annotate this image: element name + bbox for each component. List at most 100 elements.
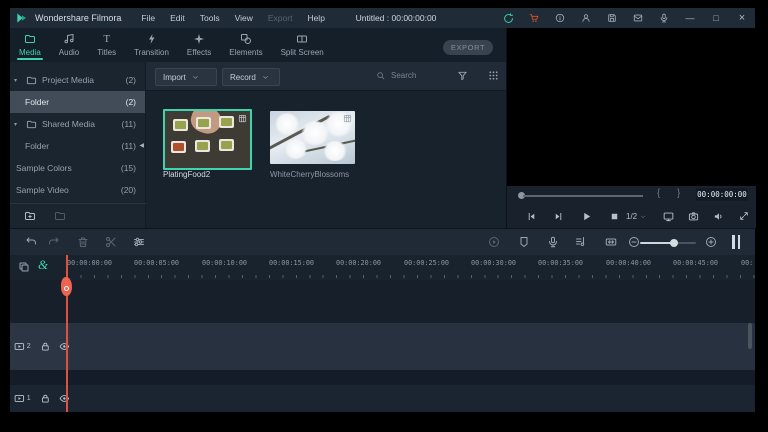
manage-tracks-icon[interactable] [18,261,30,273]
menu-view[interactable]: View [235,13,253,23]
grid-view-icon[interactable] [488,70,499,81]
zoom-in-icon[interactable] [705,236,717,248]
folder-icon [26,119,37,130]
track-header: 1 [10,385,70,412]
tab-effects[interactable]: Effects [178,28,220,62]
filter-funnel-icon[interactable] [457,70,468,81]
timeline-vertical-scrollbar[interactable] [748,323,752,349]
save-icon[interactable] [599,13,625,23]
split-scissors-icon[interactable] [105,236,117,248]
sidebar-item-shared-media[interactable]: ▾ Shared Media (11) [10,113,145,135]
sidebar-footer [10,203,159,228]
track-number: 2 [26,343,31,350]
zoom-out-icon[interactable] [628,236,640,248]
voiceover-mic-icon[interactable] [547,236,559,248]
sidebar-item-folder-shared[interactable]: Folder (11) [10,135,145,157]
lock-icon[interactable] [40,341,51,352]
transition-icon [146,33,158,45]
pause-bars-icon[interactable] [732,235,741,249]
menu-edit[interactable]: Edit [170,13,185,23]
maximize-button[interactable]: □ [703,13,729,23]
tab-elements[interactable]: Elements [220,28,271,62]
delete-icon[interactable] [77,236,89,248]
media-library-sidebar: ▾ Project Media (2) Folder (2) ▾ Shared … [10,62,159,228]
menu-help[interactable]: Help [307,13,324,23]
search-input[interactable] [389,70,451,81]
tab-split-screen[interactable]: Split Screen [272,28,333,62]
cart-icon[interactable] [521,13,547,23]
expand-triangle-icon[interactable]: ▾ [14,77,21,84]
auto-ripple-icon[interactable]: & [38,257,48,273]
timeline-ruler[interactable]: & 00:00:00:00 00:00:05:00 00:00:10:00 00… [10,255,755,281]
item-count: (2) [125,75,136,85]
menu-export[interactable]: Export [268,13,293,23]
sidebar-item-sample-colors[interactable]: Sample Colors (15) [10,157,145,179]
remove-folder-icon[interactable] [54,210,66,222]
clip-badge-icon [343,114,352,123]
mail-icon[interactable] [625,13,651,23]
timeline-track[interactable]: 2 [10,323,755,370]
adjust-sliders-icon[interactable] [133,236,145,248]
sidebar-item-folder-project[interactable]: Folder (2) [10,91,145,113]
eye-icon[interactable] [59,393,70,404]
account-icon[interactable] [573,13,599,23]
sidebar-item-project-media[interactable]: ▾ Project Media (2) [10,69,145,91]
stop-icon[interactable] [609,211,620,222]
playhead-handle[interactable] [61,277,72,296]
search-box[interactable] [376,67,454,84]
media-item-platingfood2[interactable] [163,109,252,170]
snapshot-camera-icon[interactable] [688,211,699,222]
next-frame-icon[interactable] [553,211,564,222]
info-icon[interactable] [547,13,573,23]
video-viewport[interactable] [507,28,756,186]
record-dropdown[interactable]: Record [222,68,280,86]
menu-file[interactable]: File [141,13,155,23]
ruler-label: 00:00:40:00 [606,259,652,267]
tab-media[interactable]: Media [10,28,50,62]
tab-audio[interactable]: Audio [50,28,88,62]
mark-in-icon[interactable]: { [657,188,660,199]
minimize-button[interactable]: — [677,13,703,23]
track-number: 1 [26,395,31,402]
microphone-icon[interactable] [651,13,677,23]
collapse-sidebar-icon[interactable]: ◀ [139,142,144,149]
menu-tools[interactable]: Tools [200,13,220,23]
tab-titles[interactable]: T Titles [88,28,125,62]
seek-bar-row: { } 00:00:00:00 [507,186,756,205]
add-folder-icon[interactable] [24,210,36,222]
play-icon[interactable] [581,211,592,222]
export-button[interactable]: EXPORT [443,40,493,55]
playback-speed-dropdown[interactable]: 1/2 [626,212,646,221]
ruler-label: 00:00:35:00 [538,259,584,267]
zoom-to-fit-icon[interactable] [605,236,617,248]
timeline-empty-area[interactable] [10,280,755,323]
fullscreen-icon[interactable] [739,211,749,221]
lock-icon[interactable] [40,393,51,404]
seek-track[interactable] [523,195,643,197]
close-button[interactable]: × [729,12,755,24]
import-dropdown[interactable]: Import [155,68,217,86]
item-count: (15) [120,163,136,173]
mark-out-icon[interactable]: } [677,188,680,199]
previous-frame-icon[interactable] [526,211,537,222]
marker-icon[interactable] [518,236,530,248]
audio-mixer-icon[interactable] [575,236,587,248]
timeline-zoom-slider[interactable] [640,241,696,244]
timeline-zoom-handle[interactable] [670,238,678,247]
render-preview-icon[interactable] [488,236,500,248]
tab-transition[interactable]: Transition [125,28,178,62]
sync-refresh-icon[interactable] [495,13,521,24]
eye-icon[interactable] [59,341,70,352]
ruler-label: 00:00:25:00 [404,259,450,267]
undo-icon[interactable] [25,236,37,248]
expand-triangle-icon[interactable]: ▾ [14,121,21,128]
ruler-label: 00:00:00:00 [67,259,113,267]
title-bar: Wondershare Filmora File Edit Tools View… [10,8,755,28]
media-item-whitecherryblossoms[interactable] [270,111,355,164]
speaker-icon[interactable] [713,211,724,222]
asset-tab-bar: Media Audio T Titles Transition Effects … [10,28,506,62]
sidebar-item-sample-video[interactable]: Sample Video (20) [10,179,145,201]
display-device-icon[interactable] [663,211,674,222]
timeline-track[interactable]: 1 [10,385,755,412]
redo-icon[interactable] [48,236,60,248]
